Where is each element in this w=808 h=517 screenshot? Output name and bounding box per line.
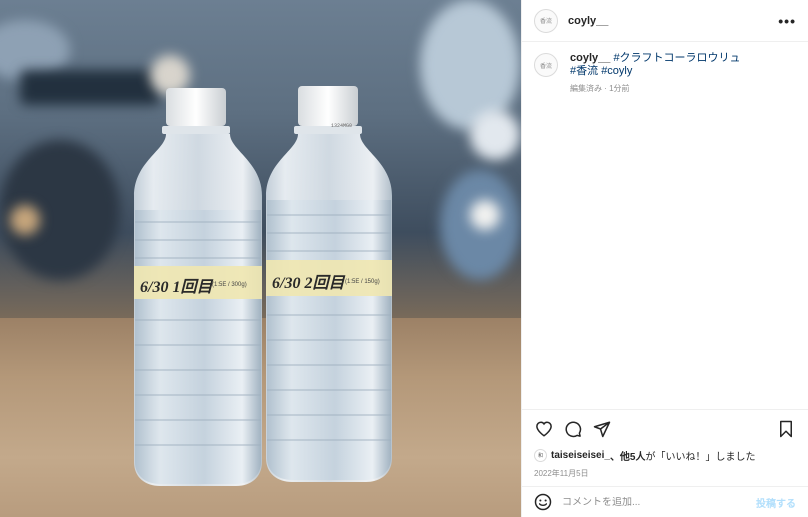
bottle-left-small: (1:5E / 300g) [212,282,247,288]
liker-username[interactable]: taiseiseisei_ [551,450,610,461]
caption-username[interactable]: coyly__ [570,52,610,64]
comment-icon[interactable] [563,419,583,439]
caption-meta: 編集済み · 1分前 [570,84,630,93]
post-date[interactable]: 2022年11月5日 [534,468,796,479]
post-side-panel: 香流 coyly__ ••• 香流 coyly__ #クラフトコーラロウリュ #… [521,0,808,517]
liker-avatar[interactable]: 和 [534,449,547,462]
caption: 香流 coyly__ #クラフトコーラロウリュ #香流 #coyly 編集済み … [522,42,808,95]
bottle-cap-print: 1324MG0 [331,123,352,129]
likes-summary: 和 taiseiseisei_ 、他5人 が「いいね！」しました [534,448,796,463]
actions-area: 和 taiseiseisei_ 、他5人 が「いいね！」しました 2022年11… [522,409,808,479]
caption-avatar[interactable]: 香流 [534,53,558,77]
bottle-left-label: 6/30 1回目 [140,278,213,296]
post-username[interactable]: coyly__ [568,15,608,27]
hashtag-coyly[interactable]: #coyly [601,65,632,77]
caption-text: coyly__ #クラフトコーラロウリュ #香流 #coyly [570,52,741,78]
comment-bar: 投稿する [522,486,808,517]
likes-suffix: が「いいね！」しました [645,452,756,463]
emoji-icon[interactable] [534,493,552,511]
caption-body: coyly__ #クラフトコーラロウリュ #香流 #coyly 編集済み · 1… [570,52,741,95]
bottle-right-small: (1:5E / 150g) [345,279,380,285]
post-photo[interactable]: 6/30 1回目 (1:5E / 300g) 6/30 2回目 (1:5E / … [0,0,521,517]
action-row [534,418,796,440]
hashtag-craft-cola[interactable]: #クラフトコーラロウリュ [613,52,740,64]
heart-icon[interactable] [534,419,554,439]
liker-others[interactable]: 、他5人 [610,448,646,463]
share-icon[interactable] [592,419,612,439]
bookmark-icon[interactable] [776,419,796,439]
bottles-illustration: 6/30 1回目 (1:5E / 300g) 6/30 2回目 (1:5E / … [134,86,392,486]
hashtag-koryu[interactable]: #香流 [570,65,598,77]
comment-input[interactable] [562,496,756,508]
post-comment-button[interactable]: 投稿する [756,495,796,510]
avatar[interactable]: 香流 [534,8,558,33]
more-dots-icon[interactable]: ••• [778,13,796,29]
post-header: 香流 coyly__ ••• [522,0,808,42]
bottle-right-label: 6/30 2回目 [272,274,345,292]
